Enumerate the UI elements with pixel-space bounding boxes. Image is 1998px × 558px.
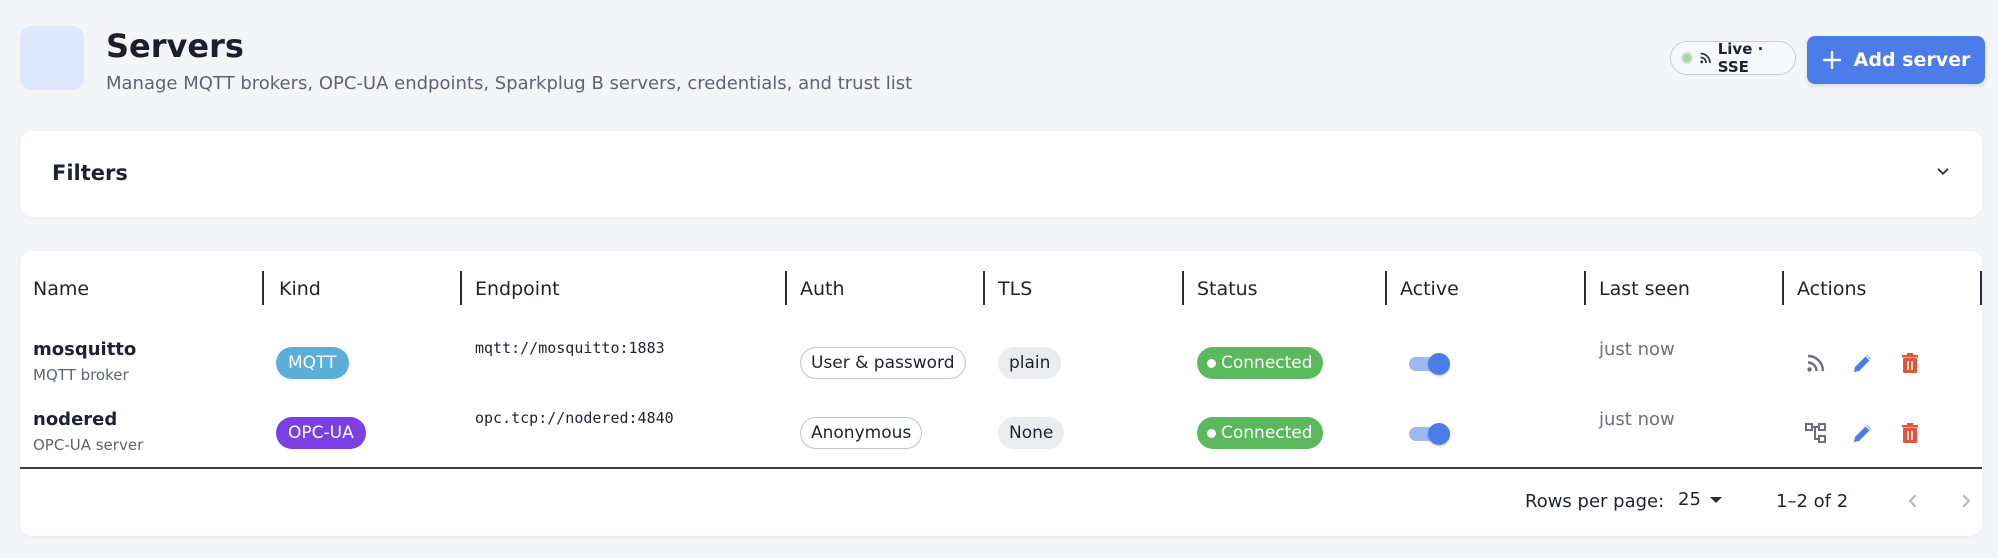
add-server-button[interactable]: Add server bbox=[1807, 36, 1985, 84]
page-title: Servers bbox=[106, 27, 244, 65]
caret-down-icon bbox=[1709, 496, 1722, 503]
tls-cell: plain bbox=[998, 347, 1062, 379]
table-row[interactable]: nodered OPC-UA server OPC-UA opc.tcp://n… bbox=[20, 397, 1982, 465]
column-header-last-seen[interactable]: Last seen bbox=[1586, 271, 1690, 307]
status-badge: Connected bbox=[1197, 417, 1323, 449]
servers-table: Name Kind Endpoint Auth TLS Status Activ… bbox=[20, 251, 1982, 536]
auth-badge: User & password bbox=[800, 347, 966, 379]
column-separator[interactable] bbox=[1782, 271, 1784, 305]
column-separator[interactable] bbox=[1385, 271, 1387, 305]
status-cell: Connected bbox=[1197, 417, 1323, 449]
status-label: Connected bbox=[1221, 423, 1313, 443]
next-page-button[interactable] bbox=[1952, 487, 1980, 515]
kind-cell: MQTT bbox=[276, 347, 349, 379]
column-separator[interactable] bbox=[1980, 271, 1982, 305]
column-header-endpoint[interactable]: Endpoint bbox=[462, 271, 560, 307]
edit-pencil-icon[interactable] bbox=[1851, 351, 1875, 375]
auth-cell: Anonymous bbox=[800, 417, 923, 449]
table-pagination: Rows per page: 25 1–2 of 2 bbox=[20, 469, 1982, 536]
status-label: Connected bbox=[1221, 353, 1313, 373]
live-status-chip: Live · SSE bbox=[1670, 40, 1796, 76]
toggle-knob bbox=[1428, 353, 1450, 375]
rows-per-page-value: 25 bbox=[1678, 489, 1701, 510]
column-separator[interactable] bbox=[1584, 271, 1586, 305]
tls-cell: None bbox=[998, 417, 1065, 449]
pagination-range: 1–2 of 2 bbox=[1776, 491, 1849, 512]
rss-icon[interactable] bbox=[1804, 351, 1828, 375]
auth-badge: Anonymous bbox=[800, 417, 923, 449]
rss-icon bbox=[1699, 52, 1711, 64]
chevron-down-icon[interactable] bbox=[1934, 163, 1952, 181]
table-header: Name Kind Endpoint Auth TLS Status Activ… bbox=[20, 271, 1982, 307]
column-separator[interactable] bbox=[460, 271, 462, 305]
row-actions bbox=[1804, 421, 1922, 445]
server-type-label: OPC-UA server bbox=[33, 436, 144, 454]
status-badge: Connected bbox=[1197, 347, 1323, 379]
server-name: nodered bbox=[33, 409, 118, 430]
rows-per-page-label: Rows per page: bbox=[1525, 491, 1665, 512]
column-separator[interactable] bbox=[1182, 271, 1184, 305]
row-actions bbox=[1804, 351, 1922, 375]
last-seen-value: just now bbox=[1599, 409, 1675, 430]
toggle-knob bbox=[1428, 423, 1450, 445]
endpoint-value: opc.tcp://nodered:4840 bbox=[475, 409, 674, 427]
column-header-kind[interactable]: Kind bbox=[266, 271, 321, 307]
chevron-right-icon bbox=[1963, 495, 1970, 507]
edit-pencil-icon[interactable] bbox=[1851, 421, 1875, 445]
column-header-active[interactable]: Active bbox=[1387, 271, 1459, 307]
kind-badge: MQTT bbox=[276, 347, 349, 379]
app-logo-tile bbox=[20, 26, 84, 90]
active-toggle[interactable] bbox=[1409, 422, 1450, 445]
page-header: Servers Manage MQTT brokers, OPC-UA endp… bbox=[20, 26, 1985, 96]
active-toggle[interactable] bbox=[1409, 352, 1450, 375]
chevron-left-icon bbox=[1909, 495, 1916, 507]
server-name-cell: nodered OPC-UA server bbox=[33, 409, 143, 454]
page-subtitle: Manage MQTT brokers, OPC-UA endpoints, S… bbox=[106, 73, 913, 94]
column-separator[interactable] bbox=[983, 271, 985, 305]
live-indicator-dot bbox=[1681, 52, 1693, 64]
trash-icon[interactable] bbox=[1898, 351, 1922, 375]
server-type-label: MQTT broker bbox=[33, 366, 129, 384]
table-row[interactable]: mosquitto MQTT broker MQTT mqtt://mosqui… bbox=[20, 327, 1982, 395]
tls-badge: None bbox=[998, 417, 1065, 449]
column-separator[interactable] bbox=[785, 271, 787, 305]
filters-panel[interactable]: Filters bbox=[20, 131, 1982, 217]
kind-badge: OPC-UA bbox=[276, 417, 366, 449]
status-dot bbox=[1207, 428, 1216, 438]
column-separator[interactable] bbox=[262, 271, 264, 305]
filters-title: Filters bbox=[52, 161, 128, 185]
live-status-label: Live · SSE bbox=[1717, 40, 1764, 76]
status-dot bbox=[1207, 358, 1216, 368]
endpoint-value: mqtt://mosquitto:1883 bbox=[475, 339, 665, 357]
auth-cell: User & password bbox=[800, 347, 966, 379]
column-header-name[interactable]: Name bbox=[20, 271, 89, 307]
server-name-cell: mosquitto MQTT broker bbox=[33, 339, 136, 384]
column-header-auth[interactable]: Auth bbox=[787, 271, 845, 307]
column-header-tls[interactable]: TLS bbox=[985, 271, 1032, 307]
status-cell: Connected bbox=[1197, 347, 1323, 379]
column-header-actions[interactable]: Actions bbox=[1784, 271, 1866, 307]
server-name: mosquitto bbox=[33, 339, 137, 360]
column-header-status[interactable]: Status bbox=[1184, 271, 1258, 307]
previous-page-button[interactable] bbox=[1899, 487, 1927, 515]
last-seen-value: just now bbox=[1599, 339, 1675, 360]
tls-badge: plain bbox=[998, 347, 1062, 379]
tree-icon[interactable] bbox=[1804, 421, 1828, 445]
add-server-label: Add server bbox=[1853, 49, 1971, 71]
rows-per-page-select[interactable]: 25 bbox=[1678, 489, 1723, 510]
kind-cell: OPC-UA bbox=[276, 417, 366, 449]
plus-icon bbox=[1822, 50, 1841, 70]
trash-icon[interactable] bbox=[1898, 421, 1922, 445]
